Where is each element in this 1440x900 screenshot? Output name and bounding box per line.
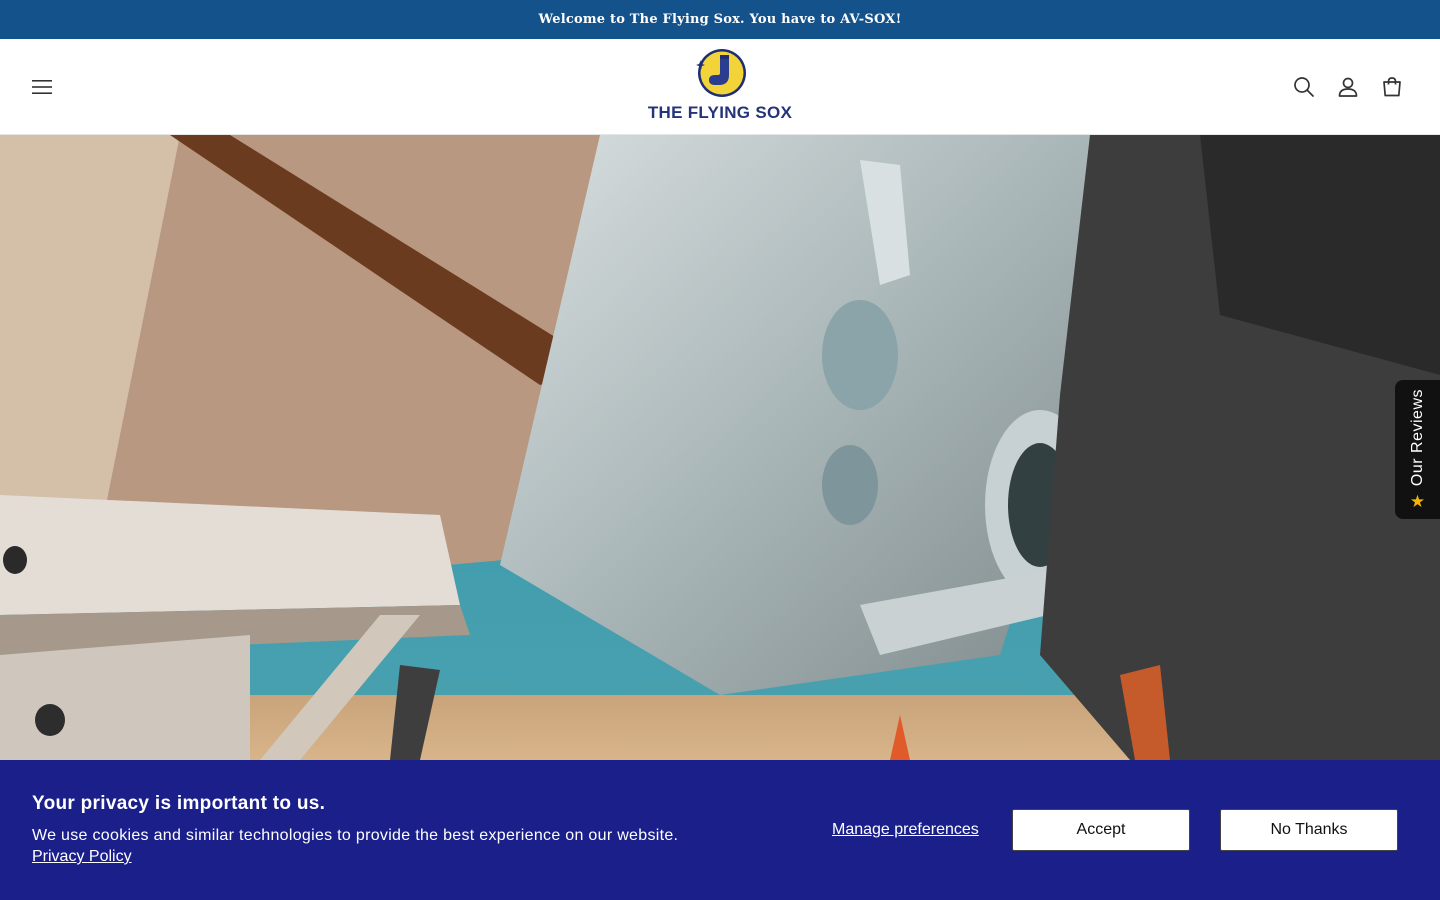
privacy-policy-link[interactable]: Privacy Policy	[32, 848, 132, 866]
account-button[interactable]	[1328, 67, 1368, 107]
flying-sock-logo-icon	[696, 49, 746, 97]
star-icon: ★	[1409, 491, 1426, 511]
announcement-text: Welcome to The Flying Sox. You have to A…	[538, 12, 902, 27]
accept-button[interactable]: Accept	[1012, 809, 1190, 851]
account-icon	[1338, 77, 1358, 97]
reviews-tab-label: Our Reviews	[1408, 389, 1426, 487]
menu-button[interactable]	[22, 67, 62, 107]
search-icon	[1294, 77, 1314, 97]
cart-icon	[1383, 77, 1401, 97]
no-thanks-button[interactable]: No Thanks	[1220, 809, 1398, 851]
manage-preferences-link[interactable]: Manage preferences	[832, 821, 979, 839]
announcement-bar: Welcome to The Flying Sox. You have to A…	[0, 0, 1440, 39]
search-button[interactable]	[1284, 67, 1324, 107]
brand-logo[interactable]: THE FLYING SOX	[640, 45, 800, 129]
site-header: THE FLYING SOX	[0, 39, 1440, 135]
menu-icon	[32, 80, 52, 94]
hero-banner	[0, 135, 1440, 760]
cookie-title: Your privacy is important to us.	[32, 793, 326, 814]
our-reviews-tab[interactable]: Our Reviews ★	[1395, 380, 1440, 519]
cookie-banner: Your privacy is important to us. We use …	[0, 760, 1440, 900]
hero-airplane-image	[0, 135, 1440, 760]
cookie-description: We use cookies and similar technologies …	[32, 827, 679, 844]
cart-button[interactable]	[1372, 67, 1412, 107]
brand-name: THE FLYING SOX	[647, 103, 793, 122]
